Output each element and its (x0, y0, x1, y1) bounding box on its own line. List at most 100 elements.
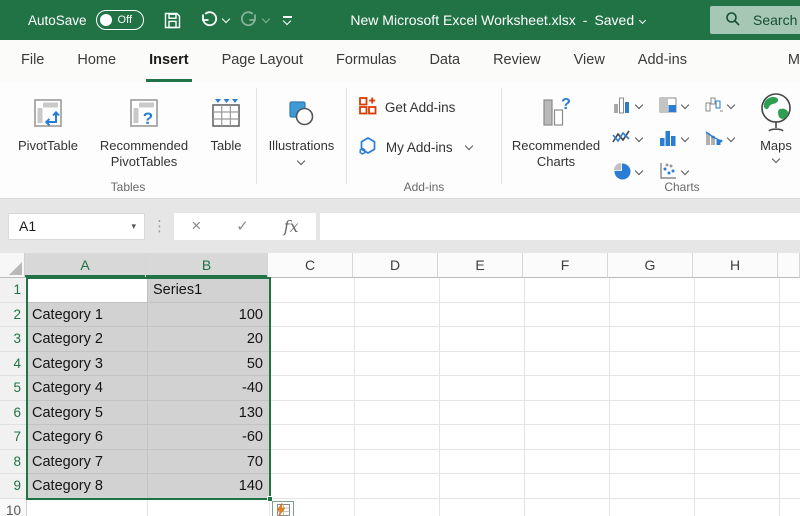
cell-I7[interactable] (780, 425, 800, 450)
enter-button[interactable]: ✓ (236, 217, 249, 235)
cell-D10[interactable] (355, 499, 440, 516)
cell-G6[interactable] (610, 401, 695, 426)
row-header-3[interactable]: 3 (0, 327, 27, 352)
cell-C5[interactable] (270, 376, 355, 401)
cell-D4[interactable] (355, 352, 440, 377)
get-addins-button[interactable]: Get Add-ins (357, 92, 456, 122)
cell-D2[interactable] (355, 303, 440, 328)
cell-H4[interactable] (695, 352, 780, 377)
saved-status[interactable]: Saved (594, 12, 645, 28)
cell-F1[interactable] (525, 278, 610, 303)
row-header-8[interactable]: 8 (0, 450, 27, 475)
tab-data[interactable]: Data (426, 40, 463, 82)
line-chart-button[interactable] (612, 121, 658, 154)
cell-C7[interactable] (270, 425, 355, 450)
cell-A3[interactable]: Category 2 (27, 327, 148, 352)
search-input[interactable]: Search (710, 6, 800, 34)
cell-G7[interactable] (610, 425, 695, 450)
cell-G5[interactable] (610, 376, 695, 401)
cell-B3[interactable]: 20 (148, 327, 270, 352)
cell-C3[interactable] (270, 327, 355, 352)
cell-E6[interactable] (440, 401, 525, 426)
column-header-F[interactable]: F (523, 253, 608, 278)
cell-B2[interactable]: 100 (148, 303, 270, 328)
cell-I10[interactable] (780, 499, 800, 516)
cell-H2[interactable] (695, 303, 780, 328)
recommended-charts-button[interactable]: ? Recommended Charts (506, 86, 606, 170)
cell-I1[interactable] (780, 278, 800, 303)
row-header-9[interactable]: 9 (0, 474, 27, 499)
insert-function-button[interactable]: fx (284, 217, 299, 236)
column-header-E[interactable]: E (438, 253, 523, 278)
formula-input[interactable] (320, 213, 800, 240)
column-header-H[interactable]: H (693, 253, 778, 278)
cell-F8[interactable] (525, 450, 610, 475)
select-all-button[interactable] (0, 253, 25, 278)
cell-A6[interactable]: Category 5 (27, 401, 148, 426)
cell-A7[interactable]: Category 6 (27, 425, 148, 450)
cell-B4[interactable]: 50 (148, 352, 270, 377)
recommended-pivottables-button[interactable]: ? Recommended PivotTables (90, 86, 198, 170)
cell-C6[interactable] (270, 401, 355, 426)
cell-A5[interactable]: Category 4 (27, 376, 148, 401)
customize-toolbar-icon[interactable] (283, 16, 292, 24)
cell-F4[interactable] (525, 352, 610, 377)
illustrations-button[interactable]: Illustrations (257, 86, 345, 164)
cell-I6[interactable] (780, 401, 800, 426)
cell-A9[interactable]: Category 8 (27, 474, 148, 499)
cell-B8[interactable]: 70 (148, 450, 270, 475)
cell-H7[interactable] (695, 425, 780, 450)
cell-D3[interactable] (355, 327, 440, 352)
table-button[interactable]: Table (198, 86, 254, 154)
tab-formulas[interactable]: Formulas (333, 40, 399, 82)
column-header-B[interactable]: B (146, 253, 268, 278)
cell-F6[interactable] (525, 401, 610, 426)
cell-A10[interactable] (27, 499, 148, 516)
cell-A1[interactable] (27, 278, 148, 303)
cell-E5[interactable] (440, 376, 525, 401)
cell-I5[interactable] (780, 376, 800, 401)
my-addins-button[interactable]: My Add-ins (357, 132, 472, 162)
histogram-chart-button[interactable] (658, 121, 704, 154)
cell-C9[interactable] (270, 474, 355, 499)
column-chart-button[interactable] (612, 88, 658, 121)
cell-B1[interactable]: Series1 (148, 278, 270, 303)
cell-G1[interactable] (610, 278, 695, 303)
cell-A4[interactable]: Category 3 (27, 352, 148, 377)
cell-E3[interactable] (440, 327, 525, 352)
cell-E9[interactable] (440, 474, 525, 499)
cell-E10[interactable] (440, 499, 525, 516)
cell-F7[interactable] (525, 425, 610, 450)
cell-E7[interactable] (440, 425, 525, 450)
cell-G8[interactable] (610, 450, 695, 475)
row-header-1[interactable]: 1 (0, 278, 27, 303)
cell-H5[interactable] (695, 376, 780, 401)
cell-H10[interactable] (695, 499, 780, 516)
cell-I8[interactable] (780, 450, 800, 475)
tab-review[interactable]: Review (490, 40, 544, 82)
pivottable-button[interactable]: PivotTable (6, 86, 90, 154)
autosave-control[interactable]: AutoSave Off (28, 10, 144, 30)
cell-G9[interactable] (610, 474, 695, 499)
hierarchy-chart-button[interactable] (658, 88, 704, 121)
cell-F2[interactable] (525, 303, 610, 328)
cell-B7[interactable]: -60 (148, 425, 270, 450)
row-header-7[interactable]: 7 (0, 425, 27, 450)
waterfall-chart-button[interactable] (704, 88, 750, 121)
cell-G2[interactable] (610, 303, 695, 328)
combo-chart-button[interactable] (704, 121, 750, 154)
cell-I9[interactable] (780, 474, 800, 499)
cell-E2[interactable] (440, 303, 525, 328)
cell-E4[interactable] (440, 352, 525, 377)
redo-button[interactable] (239, 10, 259, 30)
cell-D9[interactable] (355, 474, 440, 499)
tab-insert[interactable]: Insert (146, 40, 192, 82)
tab-home[interactable]: Home (74, 40, 119, 82)
cell-B6[interactable]: 130 (148, 401, 270, 426)
tab-add-ins[interactable]: Add-ins (635, 40, 690, 82)
cancel-button[interactable]: × (191, 216, 201, 236)
tab-page-layout[interactable]: Page Layout (219, 40, 306, 82)
cell-E1[interactable] (440, 278, 525, 303)
name-box-dropdown-icon[interactable]: ▾ (131, 221, 136, 232)
column-header-C[interactable]: C (268, 253, 353, 278)
